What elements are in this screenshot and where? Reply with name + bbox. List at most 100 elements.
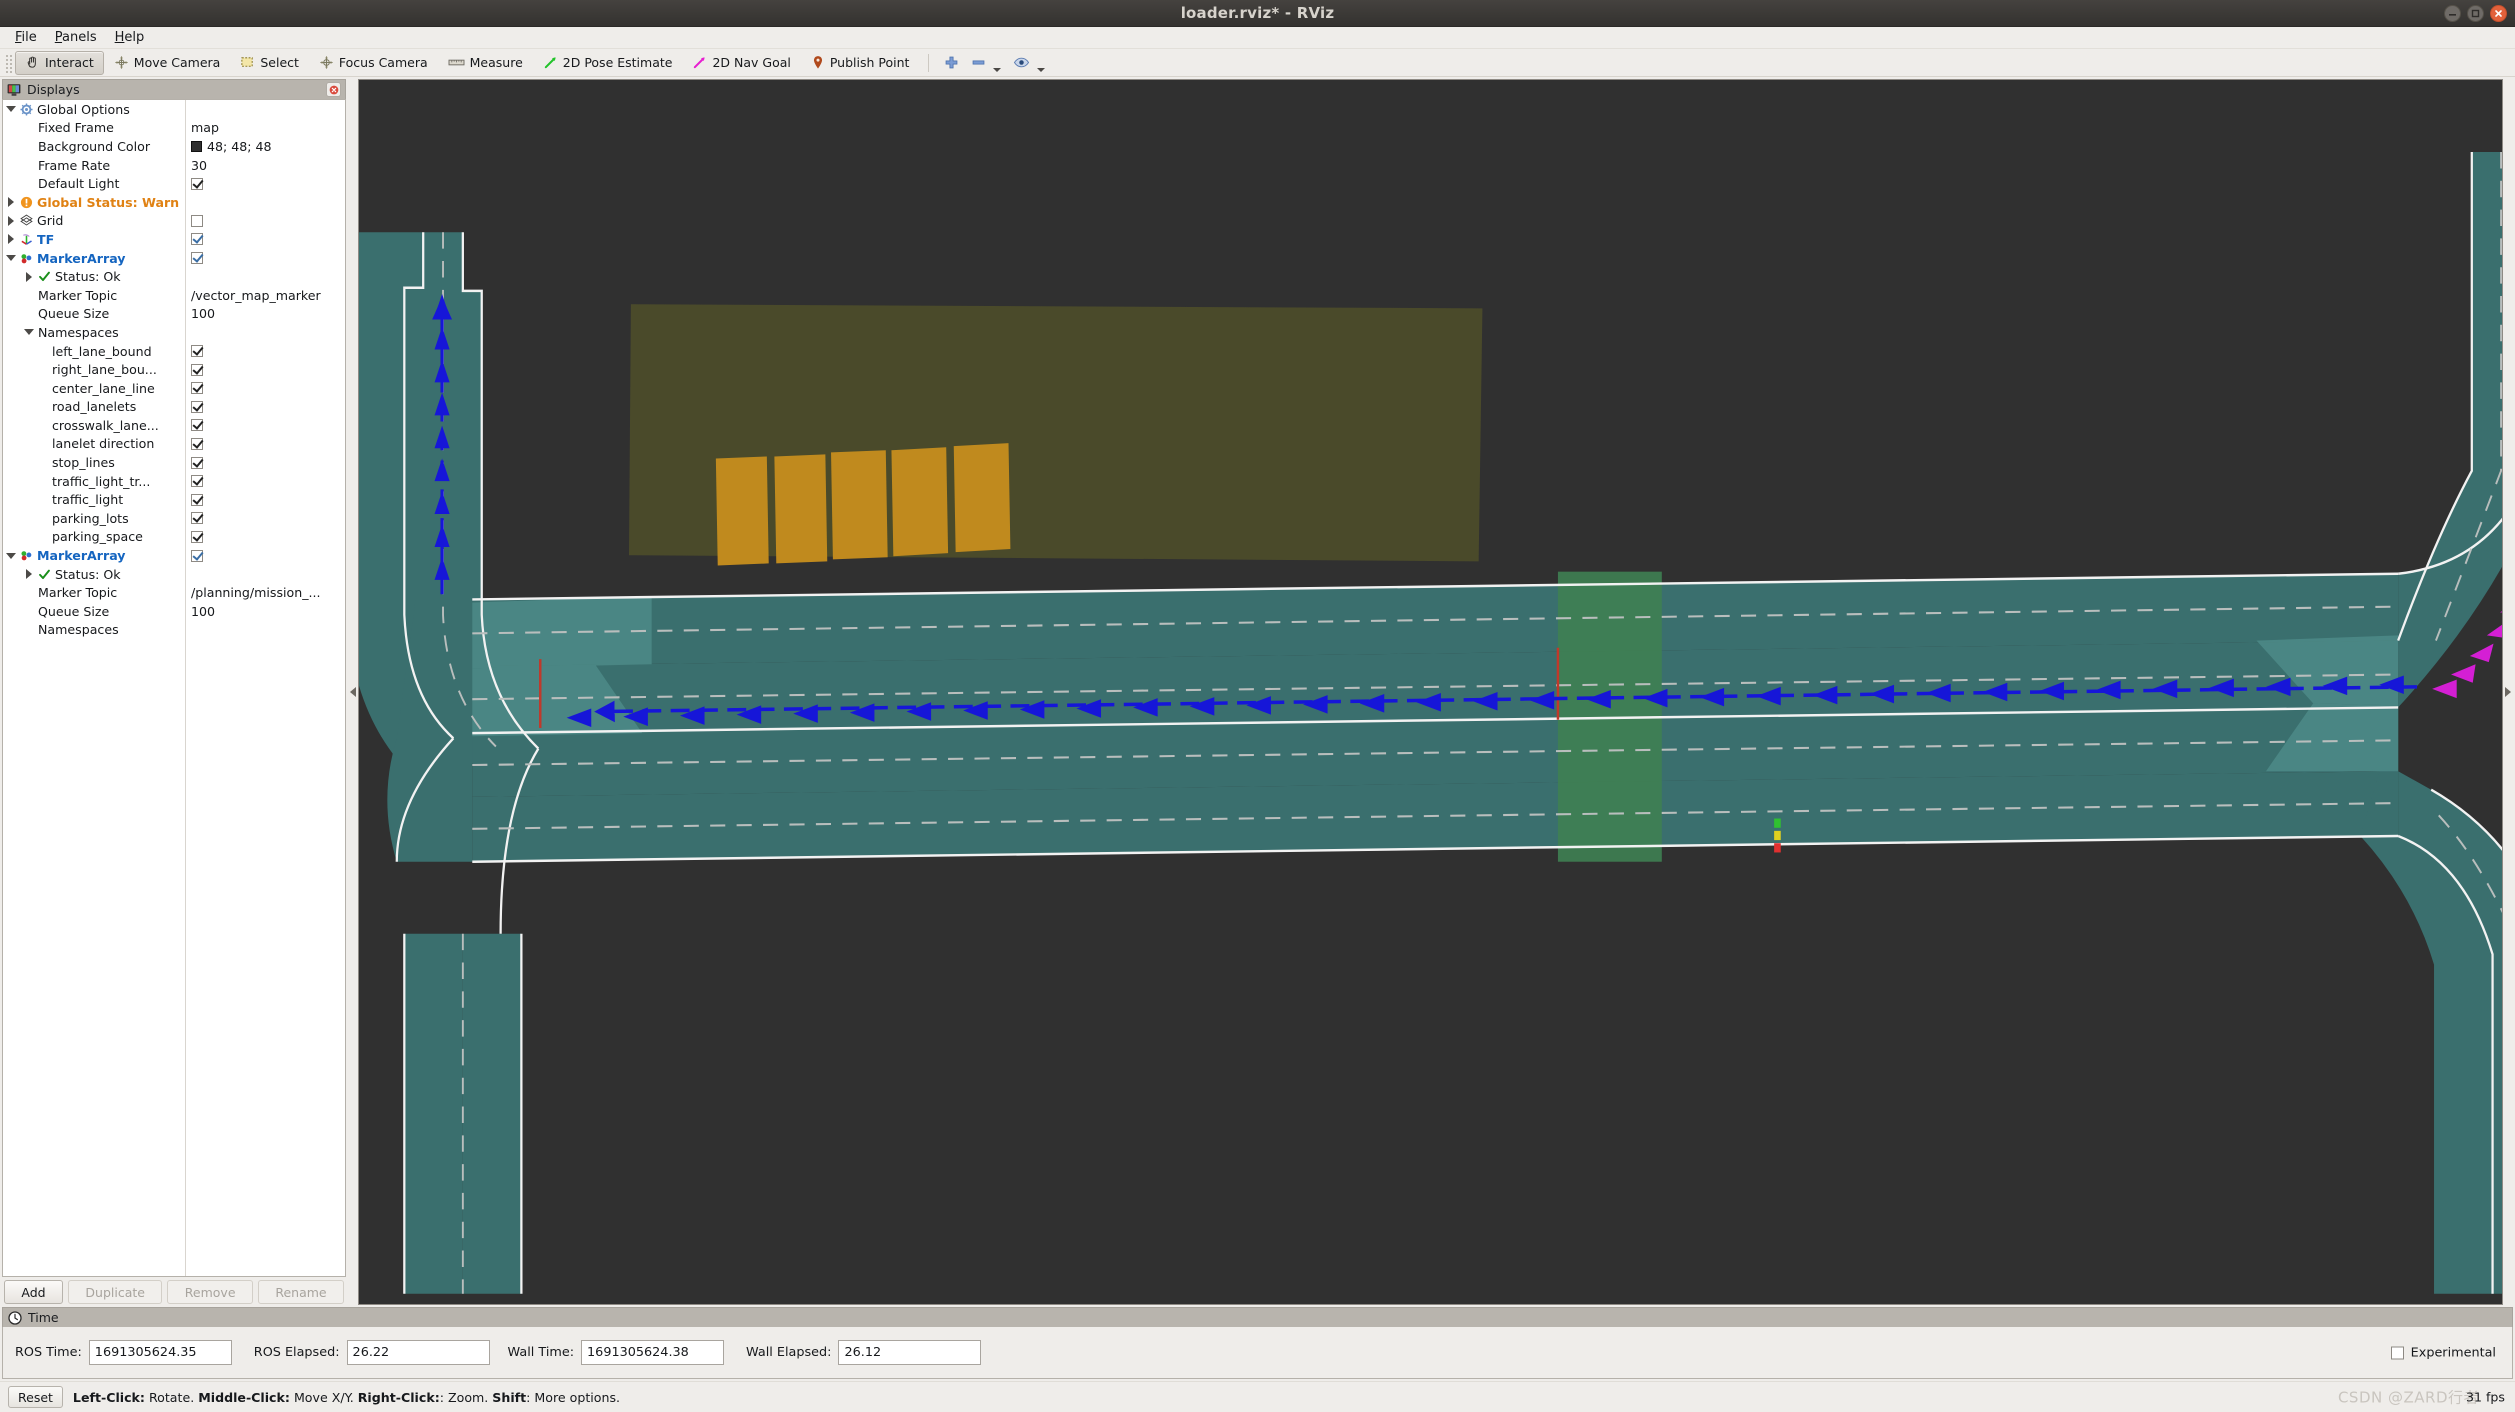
close-panel-icon[interactable] <box>326 82 341 97</box>
left-splitter-handle[interactable] <box>348 79 358 1305</box>
tree-row-value-cell[interactable] <box>185 214 345 227</box>
visibility-checkbox[interactable] <box>191 475 203 488</box>
expand-arrow-down-icon[interactable] <box>5 104 16 115</box>
tree-row-value-cell[interactable] <box>185 252 345 265</box>
tree-row[interactable]: Namespaces <box>3 621 345 640</box>
tree-row[interactable]: Background Color 48; 48; 48 <box>3 137 345 156</box>
tree-row[interactable]: left_lane_bound <box>3 342 345 361</box>
tree-row-value-cell[interactable]: map <box>185 120 345 135</box>
tree-row[interactable]: Marker Topic/vector_map_marker <box>3 286 345 305</box>
visibility-checkbox[interactable] <box>191 456 203 469</box>
tree-row-value-cell[interactable] <box>185 233 345 246</box>
menu-file[interactable]: File <box>7 28 47 47</box>
tree-row[interactable]: Status: Ok <box>3 267 345 286</box>
tree-row-value-cell[interactable] <box>185 456 345 469</box>
expand-arrow-down-icon[interactable] <box>5 253 16 264</box>
visibility-checkbox[interactable] <box>191 530 203 543</box>
experimental-checkbox[interactable] <box>2390 1346 2404 1359</box>
expand-arrow-right-icon[interactable] <box>23 271 34 282</box>
wall-time-input[interactable] <box>581 1340 725 1365</box>
tree-row[interactable]: Global Status: Warn <box>3 193 345 212</box>
tree-row[interactable]: crosswalk_lane... <box>3 416 345 435</box>
tree-row[interactable]: lanelet direction <box>3 435 345 454</box>
experimental-toggle[interactable]: Experimental <box>2390 1345 2496 1360</box>
tree-row[interactable]: Frame Rate 30 <box>3 156 345 175</box>
visibility-checkbox[interactable] <box>191 437 203 450</box>
tool-focus-camera[interactable]: Focus Camera <box>309 51 438 75</box>
tree-row-value-cell[interactable] <box>185 363 345 376</box>
expand-arrow-down-icon[interactable] <box>5 550 16 561</box>
tool-interact[interactable]: Interact <box>15 50 104 75</box>
tree-row[interactable]: TF <box>3 230 345 249</box>
chevron-down-icon-2[interactable] <box>1037 67 1046 72</box>
tree-row[interactable]: Grid <box>3 212 345 231</box>
expand-arrow-right-icon[interactable] <box>5 234 16 245</box>
tree-row[interactable]: traffic_light <box>3 490 345 509</box>
tree-row-value-cell[interactable]: /vector_map_marker <box>185 288 345 303</box>
tool-measure[interactable]: Measure <box>438 51 533 75</box>
minimize-icon[interactable] <box>2444 5 2461 22</box>
tree-row-value-cell[interactable]: 30 <box>185 158 345 173</box>
tree-row-value-cell[interactable]: /planning/mission_... <box>185 585 345 600</box>
tree-row-value-cell[interactable]: 100 <box>185 306 345 321</box>
maximize-icon[interactable] <box>2467 5 2484 22</box>
tree-row[interactable]: traffic_light_tr... <box>3 472 345 491</box>
tree-row-value-cell[interactable] <box>185 437 345 450</box>
duplicate-button[interactable]: Duplicate <box>68 1280 163 1304</box>
tree-row[interactable]: center_lane_line <box>3 379 345 398</box>
tool-visibility[interactable] <box>1007 51 1051 75</box>
tree-row-value-cell[interactable] <box>185 400 345 413</box>
tree-row[interactable]: road_lanelets <box>3 398 345 417</box>
reset-button[interactable]: Reset <box>8 1386 63 1408</box>
right-splitter-handle[interactable] <box>2503 79 2513 1305</box>
ros-time-input[interactable] <box>88 1340 232 1365</box>
visibility-checkbox[interactable] <box>191 382 203 395</box>
menu-help[interactable]: Help <box>107 28 155 47</box>
tree-row[interactable]: Namespaces <box>3 323 345 342</box>
tree-row[interactable]: Status: Ok <box>3 565 345 584</box>
displays-tree[interactable]: Global Options Fixed Frame map Background C… <box>2 99 346 1277</box>
expand-arrow-right-icon[interactable] <box>5 215 16 226</box>
expand-arrow-down-icon[interactable] <box>23 327 34 338</box>
expand-arrow-right-icon[interactable] <box>23 569 34 580</box>
tree-row[interactable]: MarkerArray <box>3 546 345 565</box>
tool-publish-point[interactable]: Publish Point <box>801 51 920 75</box>
color-swatch[interactable] <box>191 140 202 152</box>
collapse-right-icon[interactable] <box>2505 687 2511 697</box>
tree-row-value-cell[interactable] <box>185 493 345 506</box>
rename-button[interactable]: Rename <box>257 1280 345 1304</box>
menu-panels[interactable]: Panels <box>47 28 107 47</box>
tree-row[interactable]: parking_space <box>3 528 345 547</box>
close-icon[interactable] <box>2490 5 2507 22</box>
visibility-checkbox[interactable] <box>191 345 203 358</box>
tree-row-value-cell[interactable] <box>185 419 345 432</box>
visibility-checkbox[interactable] <box>191 419 203 432</box>
ros-elapsed-input[interactable] <box>346 1340 490 1365</box>
tool-2d-nav-goal[interactable]: 2D Nav Goal <box>682 51 800 75</box>
tree-row-value-cell[interactable] <box>185 345 345 358</box>
expand-arrow-right-icon[interactable] <box>5 197 16 208</box>
tree-row[interactable]: Queue Size 100 <box>3 602 345 621</box>
tree-row-value-cell[interactable] <box>185 549 345 562</box>
tree-row-value-cell[interactable]: 48; 48; 48 <box>185 139 345 154</box>
tool-move-camera[interactable]: Move Camera <box>104 51 231 75</box>
tree-row[interactable]: Fixed Frame map <box>3 119 345 138</box>
tool-2d-pose-estimate[interactable]: 2D Pose Estimate <box>533 51 683 75</box>
tree-row[interactable]: Queue Size 100 <box>3 305 345 324</box>
visibility-checkbox[interactable] <box>191 493 203 506</box>
tree-row[interactable]: MarkerArray <box>3 249 345 268</box>
chevron-down-icon[interactable] <box>993 67 1002 72</box>
tool-add-view[interactable] <box>938 51 965 75</box>
visibility-checkbox[interactable] <box>191 177 203 190</box>
tree-row[interactable]: Marker Topic/planning/mission_... <box>3 583 345 602</box>
add-button[interactable]: Add <box>4 1280 64 1304</box>
tool-select[interactable]: Select <box>230 51 309 75</box>
tree-row[interactable]: Default Light <box>3 174 345 193</box>
tree-row-value-cell[interactable] <box>185 475 345 488</box>
tree-row[interactable]: parking_lots <box>3 509 345 528</box>
tree-row-value-cell[interactable] <box>185 512 345 525</box>
tool-remove-view[interactable] <box>965 51 1007 75</box>
render-view-3d[interactable] <box>358 79 2503 1305</box>
visibility-checkbox[interactable] <box>191 400 203 413</box>
tree-row-value-cell[interactable] <box>185 177 345 190</box>
